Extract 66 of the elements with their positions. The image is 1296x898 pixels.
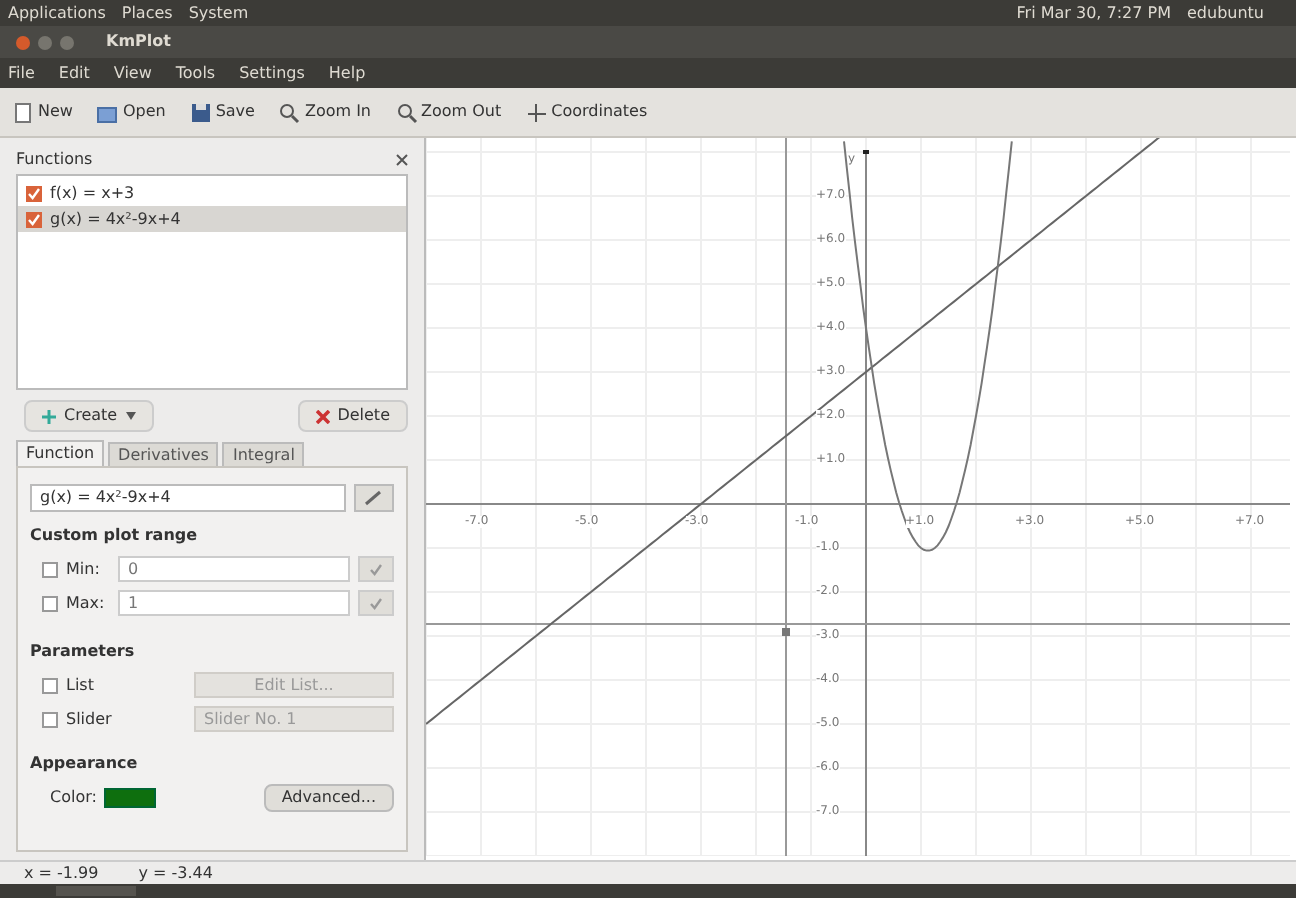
field-label: Min: [66, 557, 102, 581]
axes-icon [525, 101, 548, 123]
magnifier-icon [395, 101, 418, 123]
tab[interactable]: Function [16, 440, 105, 466]
menu-item[interactable]: File [8, 61, 35, 85]
document-icon [12, 101, 34, 123]
checkbox[interactable] [42, 677, 58, 693]
menu-item[interactable]: View [113, 61, 152, 85]
pencil-icon [364, 490, 384, 506]
panel-title: Functions [16, 148, 93, 172]
equation-field[interactable]: g(x) = 4x²-9x+4 [30, 484, 346, 512]
checkbox[interactable] [42, 711, 58, 727]
menu-item[interactable]: Edit [58, 61, 90, 85]
panel-menu[interactable]: System [188, 1, 249, 25]
input-field[interactable]: 0 [118, 556, 350, 582]
checkbox[interactable] [42, 561, 58, 577]
minimize-icon[interactable] [38, 35, 52, 49]
option-label: Slider [66, 707, 114, 731]
menu-item[interactable]: Tools [175, 61, 216, 85]
function-item[interactable]: g(x) = 4x²-9x+4 [18, 206, 406, 232]
color-swatch[interactable] [104, 788, 157, 808]
checkbox[interactable] [42, 595, 58, 611]
section-title: Appearance [30, 752, 140, 776]
toolbar-button[interactable]: New [8, 100, 77, 124]
section-title: Parameters [30, 640, 137, 664]
function-label: f(x) = x+3 [50, 181, 135, 205]
option-label: List [66, 673, 96, 697]
user-name[interactable]: edubuntu [1187, 1, 1264, 25]
clock[interactable]: Fri Mar 30, 7:27 PM [1016, 1, 1171, 25]
maximize-icon[interactable] [60, 35, 74, 49]
panel-menu[interactable]: Places [121, 1, 173, 25]
coordinate-readout: x = -1.99 [24, 861, 99, 885]
toolbar-button[interactable]: Coordinates [521, 100, 652, 124]
delete-button[interactable]: Delete [297, 400, 408, 432]
delete-icon [315, 409, 330, 423]
function-item[interactable]: f(x) = x+3 [18, 180, 406, 206]
tab[interactable]: Derivatives [108, 442, 219, 466]
plus-icon [42, 409, 56, 423]
panel-menu[interactable]: Applications [8, 1, 106, 25]
edit-button[interactable] [354, 484, 394, 512]
coordinate-readout: y = -3.44 [138, 861, 213, 885]
caret-icon [125, 412, 136, 420]
function-label: g(x) = 4x²-9x+4 [50, 207, 181, 231]
apply-button[interactable] [358, 590, 394, 616]
create-button[interactable]: Create [24, 400, 154, 432]
tick-icon [368, 595, 384, 611]
cursor-marker [782, 628, 790, 636]
toolbar-button[interactable]: Save [185, 100, 259, 124]
color-label: Color: [50, 786, 97, 810]
input-field[interactable]: 1 [118, 590, 350, 616]
tab[interactable]: Integral [222, 442, 305, 466]
advanced-button[interactable]: Advanced... [263, 784, 394, 812]
folder-icon [96, 101, 119, 123]
toolbar-button[interactable]: Zoom In [274, 100, 376, 124]
menu-item[interactable]: Settings [239, 61, 305, 85]
window-title: KmPlot [106, 30, 171, 54]
tick-icon [368, 561, 384, 577]
apply-button[interactable] [358, 556, 394, 582]
menu-item[interactable]: Help [328, 61, 366, 85]
toolbar-button[interactable]: Zoom Out [391, 100, 506, 124]
toolbar-button[interactable]: Open [92, 100, 170, 124]
close-icon[interactable] [396, 154, 408, 166]
floppy-icon [189, 101, 212, 123]
field-label: Max: [66, 591, 107, 615]
section-title: Custom plot range [30, 524, 200, 548]
magnifier-icon [278, 101, 301, 123]
